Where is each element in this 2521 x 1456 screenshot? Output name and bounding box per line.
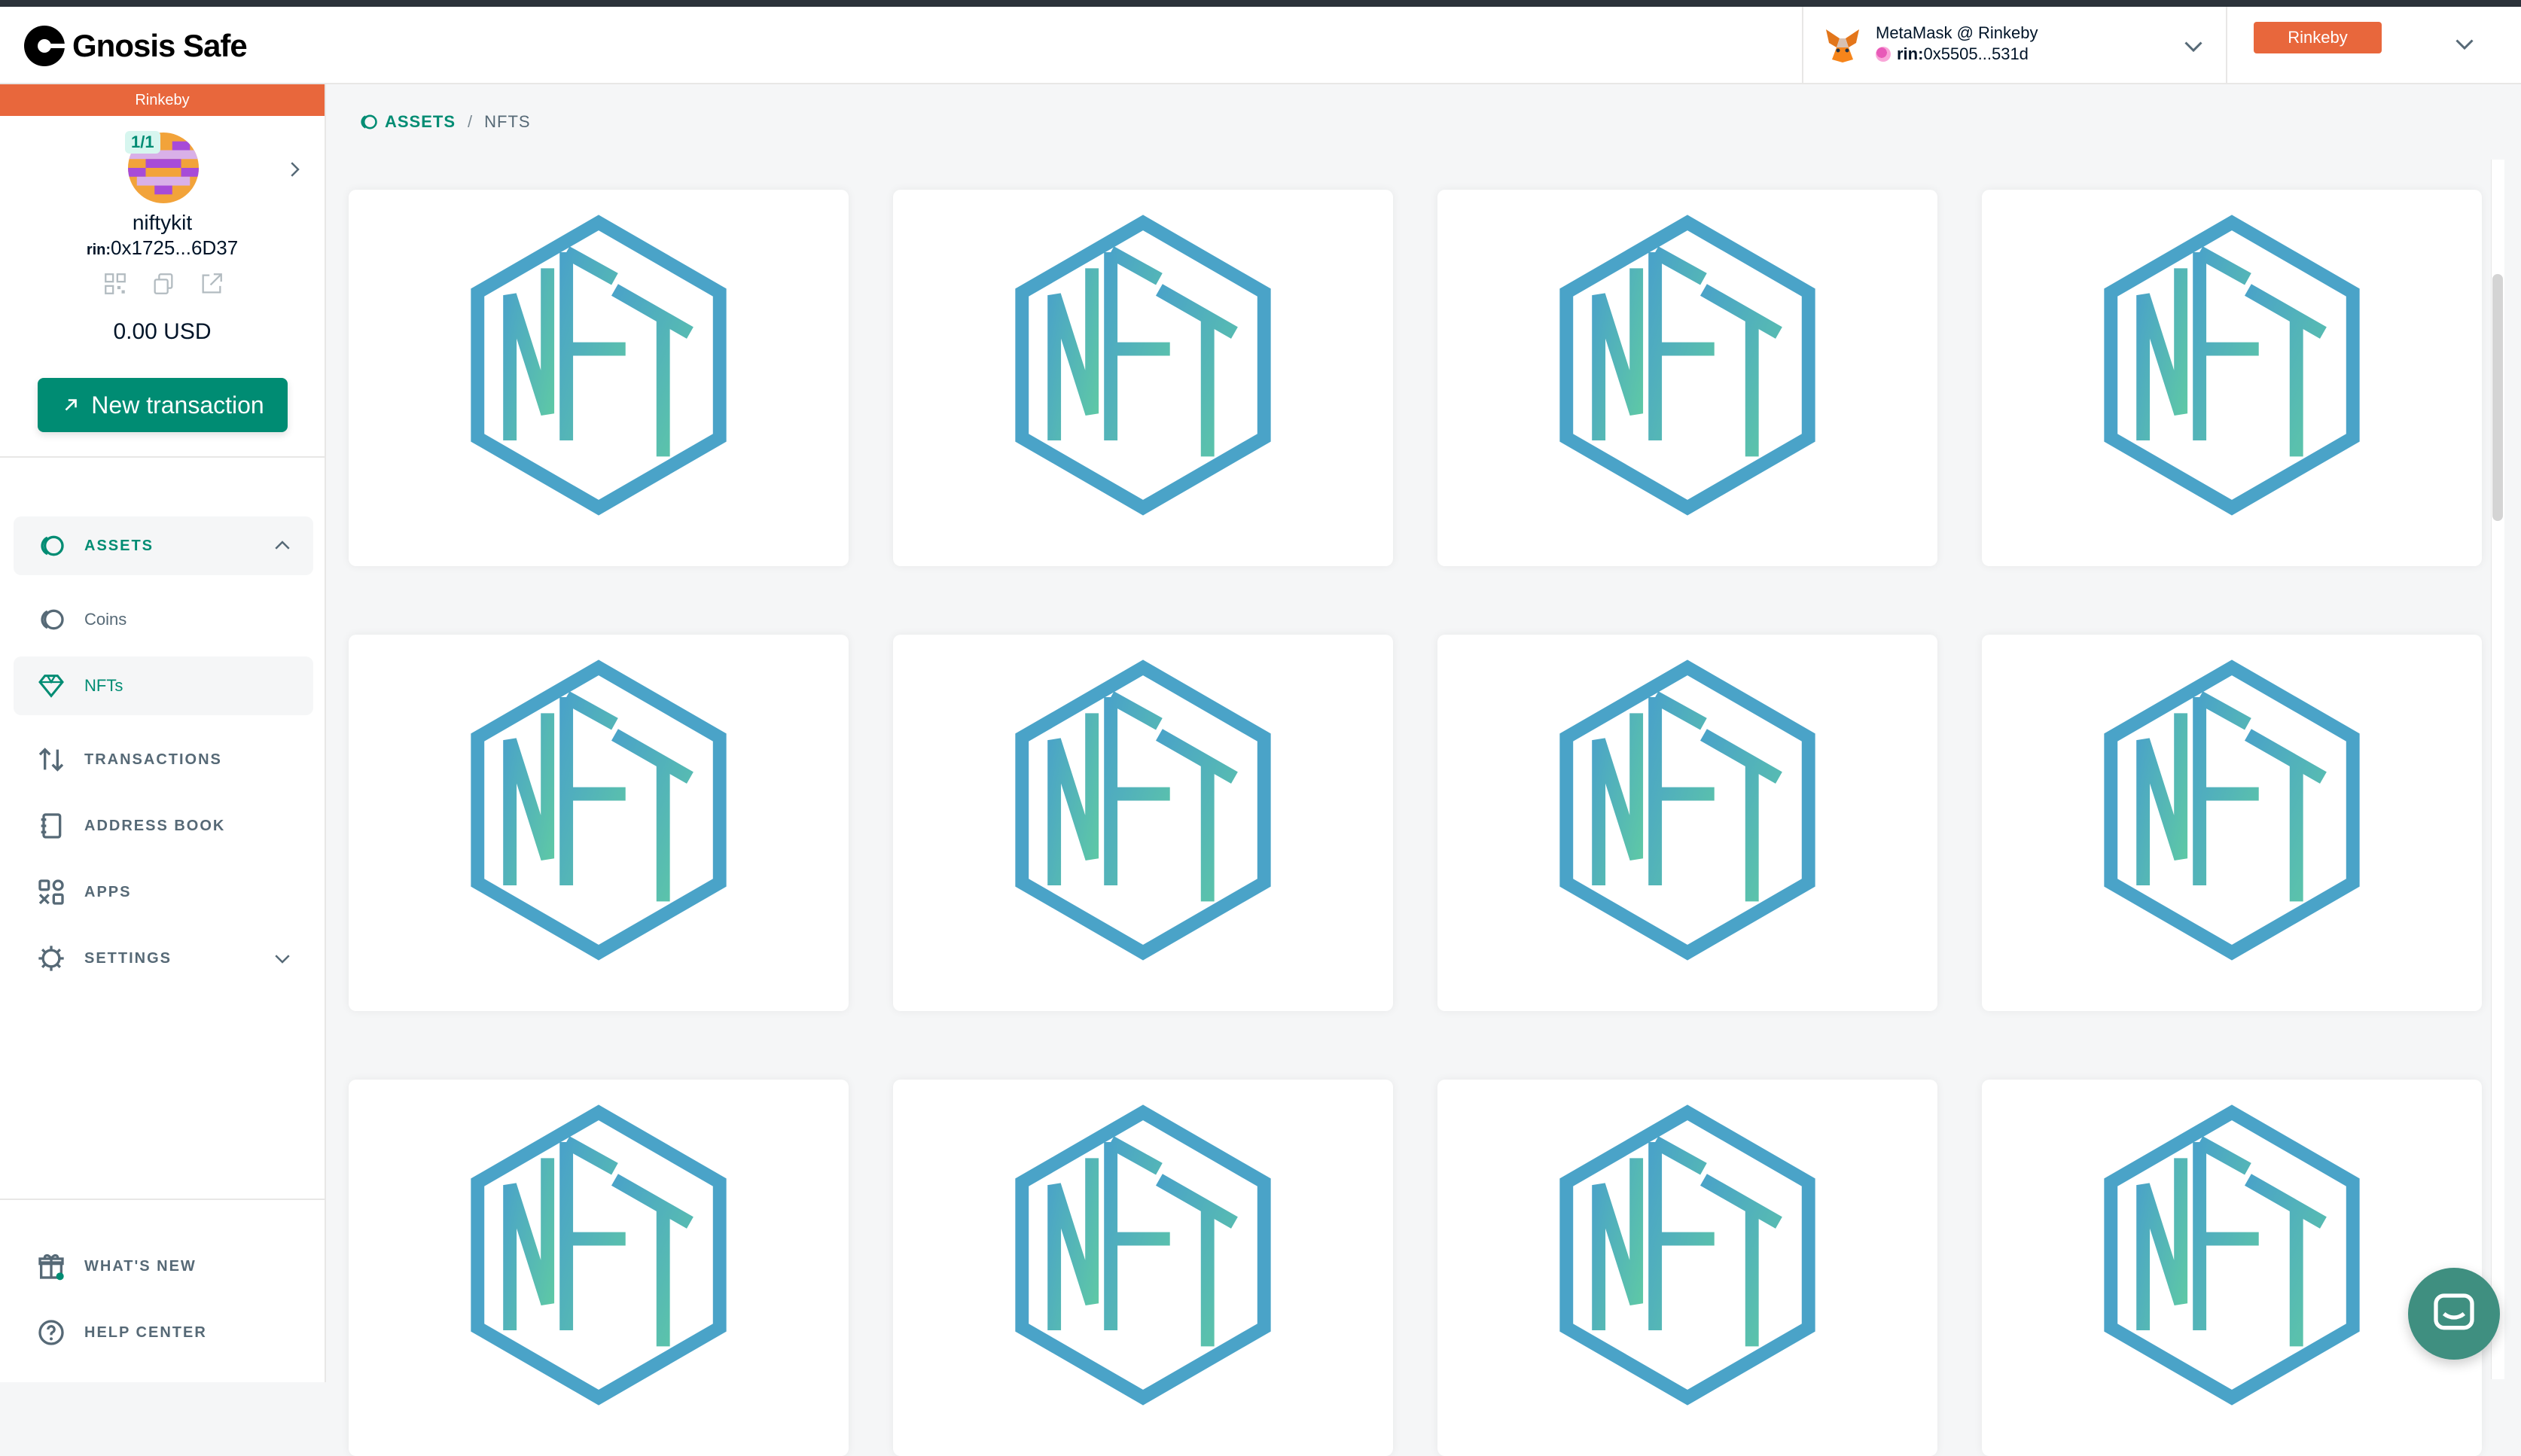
nft-card[interactable] <box>1982 1080 2482 1456</box>
nft-grid <box>349 190 2482 1456</box>
nft-card[interactable] <box>1982 190 2482 566</box>
chevron-down-icon <box>275 955 290 964</box>
network-badge[interactable]: Rinkeby <box>2254 22 2382 53</box>
sidebar-item-label: WHAT'S NEW <box>84 1257 197 1275</box>
breadcrumb-assets-label: ASSETS <box>385 112 456 131</box>
gnosis-safe-logo[interactable]: Gnosis Safe <box>24 23 248 69</box>
breadcrumb: ASSETS / NFTS <box>358 111 531 133</box>
nft-icon <box>1559 215 1815 516</box>
nft-card[interactable] <box>1437 190 1937 566</box>
nft-icon <box>2104 215 2360 516</box>
nft-icon <box>2104 659 2360 961</box>
sidebar-item-label: ADDRESS BOOK <box>84 817 226 834</box>
metamask-fox-icon <box>1826 29 1859 62</box>
wallet-network-prefix: rin: <box>1897 44 1924 63</box>
nft-card[interactable] <box>349 1080 849 1456</box>
sidebar-item-label: SETTINGS <box>84 949 172 967</box>
nft-icon <box>1559 1104 1815 1406</box>
nft-icon <box>1559 659 1815 961</box>
network-chevron-down-icon[interactable] <box>2451 30 2478 57</box>
apps-icon <box>38 879 64 905</box>
sidebar-item-transactions[interactable]: TRANSACTIONS <box>14 730 313 789</box>
safe-balance: 0.00 USD <box>113 319 212 344</box>
sidebar-divider <box>0 1199 325 1200</box>
sidebar-item-label: TRANSACTIONS <box>84 751 222 768</box>
copy-icon[interactable] <box>151 271 176 297</box>
main-content: ASSETS / NFTS <box>326 84 2521 1456</box>
chat-icon <box>2434 1293 2474 1330</box>
chat-support-button[interactable] <box>2408 1268 2500 1360</box>
chevron-right-icon[interactable] <box>283 158 306 181</box>
sidebar-item-settings[interactable]: SETTINGS <box>14 929 313 988</box>
brand-name: Gnosis Safe <box>72 28 248 63</box>
chevron-down-icon[interactable] <box>2180 32 2207 59</box>
wallet-address-value: 0x5505...531d <box>1923 44 2029 63</box>
sidebar-item-apps[interactable]: APPS <box>14 863 313 921</box>
sidebar-item-label: Coins <box>84 610 127 629</box>
wallet-address: rin: 0x5505...531d <box>1876 44 2029 64</box>
qr-code-icon[interactable] <box>102 271 128 297</box>
coins-icon <box>41 609 64 630</box>
sidebar-divider <box>0 456 325 458</box>
sidebar-item-label: HELP CENTER <box>84 1323 207 1341</box>
nft-card[interactable] <box>1437 635 1937 1011</box>
nft-icon <box>471 215 727 516</box>
wallet-connection[interactable]: MetaMask @ Rinkeby rin: 0x5505...531d <box>1802 7 2227 84</box>
sidebar-item-address-book[interactable]: ADDRESS BOOK <box>14 797 313 855</box>
diamond-icon <box>38 675 64 698</box>
nft-icon <box>471 659 727 961</box>
nft-card[interactable] <box>349 190 849 566</box>
coins-icon <box>41 535 64 556</box>
sidebar-item-help-center[interactable]: HELP CENTER <box>14 1303 313 1362</box>
scrollbar-thumb[interactable] <box>2492 274 2503 521</box>
sidebar-item-assets[interactable]: ASSETS <box>14 516 313 575</box>
safe-name: niftykit <box>132 211 193 234</box>
safe-network-prefix: rin: <box>86 242 111 258</box>
nft-icon <box>1015 215 1271 516</box>
sidebar-item-nfts[interactable]: NFTs <box>14 656 313 715</box>
address-book-icon <box>41 813 62 839</box>
nft-card[interactable] <box>1982 635 2482 1011</box>
nft-card[interactable] <box>893 1080 1393 1456</box>
breadcrumb-assets[interactable]: ASSETS <box>358 111 456 133</box>
safe-address-value: 0x1725...6D37 <box>111 236 239 259</box>
external-link-icon[interactable] <box>199 271 224 297</box>
network-banner: Rinkeby <box>0 84 325 116</box>
threshold-badge: 1/1 <box>125 131 160 154</box>
wallet-identicon <box>1876 47 1891 62</box>
nft-card[interactable] <box>893 190 1393 566</box>
sidebar-item-label: APPS <box>84 883 132 900</box>
arrows-up-down-icon <box>38 748 64 772</box>
nft-card[interactable] <box>349 635 849 1011</box>
nft-icon <box>1015 1104 1271 1406</box>
new-transaction-button[interactable]: New transaction <box>38 378 288 432</box>
nft-icon <box>1015 659 1271 961</box>
gnosis-logo-icon <box>24 26 65 66</box>
sidebar-item-coins[interactable]: Coins <box>14 590 313 649</box>
arrow-up-right-icon <box>65 399 78 411</box>
breadcrumb-current: NFTS <box>484 112 531 131</box>
new-transaction-label: New transaction <box>91 391 264 419</box>
sidebar: Rinkeby 1/1 niftykit rin:0x1725...6D37 0… <box>0 84 326 1382</box>
wallet-title: MetaMask @ Rinkeby <box>1876 23 2038 42</box>
gift-icon <box>38 1253 64 1281</box>
nft-card[interactable] <box>893 635 1393 1011</box>
sidebar-item-label: NFTs <box>84 676 123 695</box>
sidebar-item-label: ASSETS <box>84 537 154 554</box>
chevron-up-icon <box>275 541 290 550</box>
sidebar-item-whats-new[interactable]: WHAT'S NEW <box>14 1237 313 1296</box>
coins-icon <box>361 114 377 129</box>
nft-icon <box>2104 1104 2360 1406</box>
breadcrumb-separator: / <box>468 112 473 131</box>
help-icon <box>38 1320 64 1345</box>
window-top-bar <box>0 0 2521 7</box>
safe-tools <box>102 271 224 297</box>
nft-card[interactable] <box>1437 1080 1937 1456</box>
nft-icon <box>471 1104 727 1406</box>
safe-address: rin:0x1725...6D37 <box>0 236 325 260</box>
gear-icon <box>38 946 64 971</box>
